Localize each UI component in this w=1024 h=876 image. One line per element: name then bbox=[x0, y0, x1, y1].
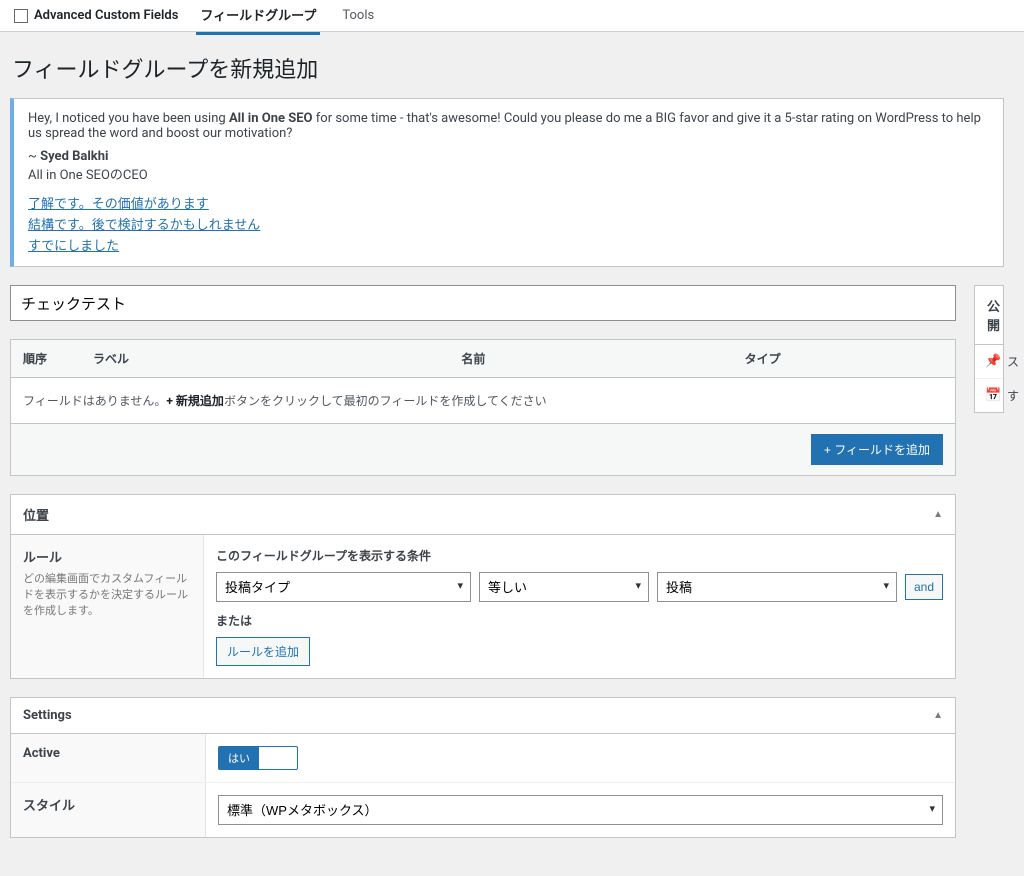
rule-label: ルール bbox=[23, 547, 191, 566]
status-text: ス bbox=[1007, 353, 1019, 370]
notice-product: All in One SEO bbox=[229, 111, 313, 126]
location-title: 位置 bbox=[23, 505, 49, 524]
active-toggle[interactable]: はい bbox=[218, 746, 298, 770]
visibility-text: す bbox=[1007, 387, 1019, 404]
top-nav: Advanced Custom Fields フィールドグループ Tools bbox=[0, 0, 1024, 32]
notice-links: 了解です。その価値があります 結構です。後で検討するかもしれません すでにしまし… bbox=[28, 193, 989, 254]
style-select[interactable]: 標準（WPメタボックス） bbox=[218, 795, 943, 825]
nav-brand: Advanced Custom Fields bbox=[14, 8, 178, 23]
notice-author-name: Syed Balkhi bbox=[40, 149, 108, 164]
group-title-input[interactable] bbox=[10, 285, 956, 321]
page-wrap: フィールドグループを新規追加 Hey, I noticed you have b… bbox=[0, 32, 1024, 876]
publish-panel: 公開 📌 ス 📅 す bbox=[974, 285, 1004, 413]
location-panel: 位置 ▲ ルール どの編集画面でカスタムフィールドを表示するかを決定するルールを… bbox=[10, 494, 956, 679]
settings-title: Settings bbox=[23, 708, 72, 723]
rule-operator-select[interactable]: 等しい bbox=[479, 572, 649, 602]
rule-value-select[interactable]: 投稿 bbox=[657, 572, 897, 602]
col-label: ラベル bbox=[93, 350, 461, 367]
nav-link-field-groups[interactable]: フィールドグループ bbox=[196, 0, 320, 35]
style-label: スタイル bbox=[23, 795, 193, 814]
nav-link-tools[interactable]: Tools bbox=[338, 0, 378, 31]
rule-param-select[interactable]: 投稿タイプ bbox=[216, 572, 471, 602]
settings-panel: Settings ▲ Active はい スタイル 標準（WPメタボックス） bbox=[10, 697, 956, 838]
notice-author: ~ Syed Balkhi All in One SEOのCEO bbox=[28, 149, 989, 183]
col-name: 名前 bbox=[461, 350, 744, 367]
chevron-up-icon[interactable]: ▲ bbox=[933, 710, 943, 721]
notice-msg-pre: Hey, I noticed you have been using bbox=[28, 111, 229, 126]
notice-link-later[interactable]: 結構です。後で検討するかもしれません bbox=[28, 214, 989, 233]
col-order: 順序 bbox=[23, 350, 93, 367]
and-button[interactable]: and bbox=[905, 574, 943, 600]
review-notice: Hey, I noticed you have been using All i… bbox=[10, 98, 1004, 267]
notice-link-yes[interactable]: 了解です。その価値があります bbox=[28, 193, 989, 212]
publish-title: 公開 bbox=[975, 286, 1003, 345]
fields-empty: フィールドはありません。+ 新規追加ボタンをクリックして最初のフィールドを作成し… bbox=[11, 378, 955, 423]
pin-icon: 📌 bbox=[985, 354, 999, 369]
fields-head: 順序 ラベル 名前 タイプ bbox=[11, 340, 955, 378]
rule-hint: どの編集画面でカスタムフィールドを表示するかを決定するルールを作成します。 bbox=[23, 570, 191, 618]
acf-logo-icon bbox=[14, 9, 28, 23]
page-title: フィールドグループを新規追加 bbox=[12, 52, 1004, 84]
toggle-on-label: はい bbox=[219, 747, 259, 769]
notice-author-title: All in One SEOのCEO bbox=[28, 164, 989, 183]
chevron-up-icon[interactable]: ▲ bbox=[933, 509, 943, 520]
or-label: または bbox=[216, 612, 943, 629]
notice-link-done[interactable]: すでにしました bbox=[28, 235, 989, 254]
rule-desc: このフィールドグループを表示する条件 bbox=[216, 547, 943, 564]
col-type: タイプ bbox=[745, 350, 943, 367]
active-label: Active bbox=[23, 746, 193, 761]
fields-panel: 順序 ラベル 名前 タイプ フィールドはありません。+ 新規追加ボタンをクリック… bbox=[10, 339, 956, 476]
add-field-button[interactable]: + フィールドを追加 bbox=[811, 434, 943, 465]
add-rule-button[interactable]: ルールを追加 bbox=[216, 637, 310, 666]
calendar-icon: 📅 bbox=[985, 388, 999, 403]
nav-brand-text: Advanced Custom Fields bbox=[34, 8, 178, 23]
